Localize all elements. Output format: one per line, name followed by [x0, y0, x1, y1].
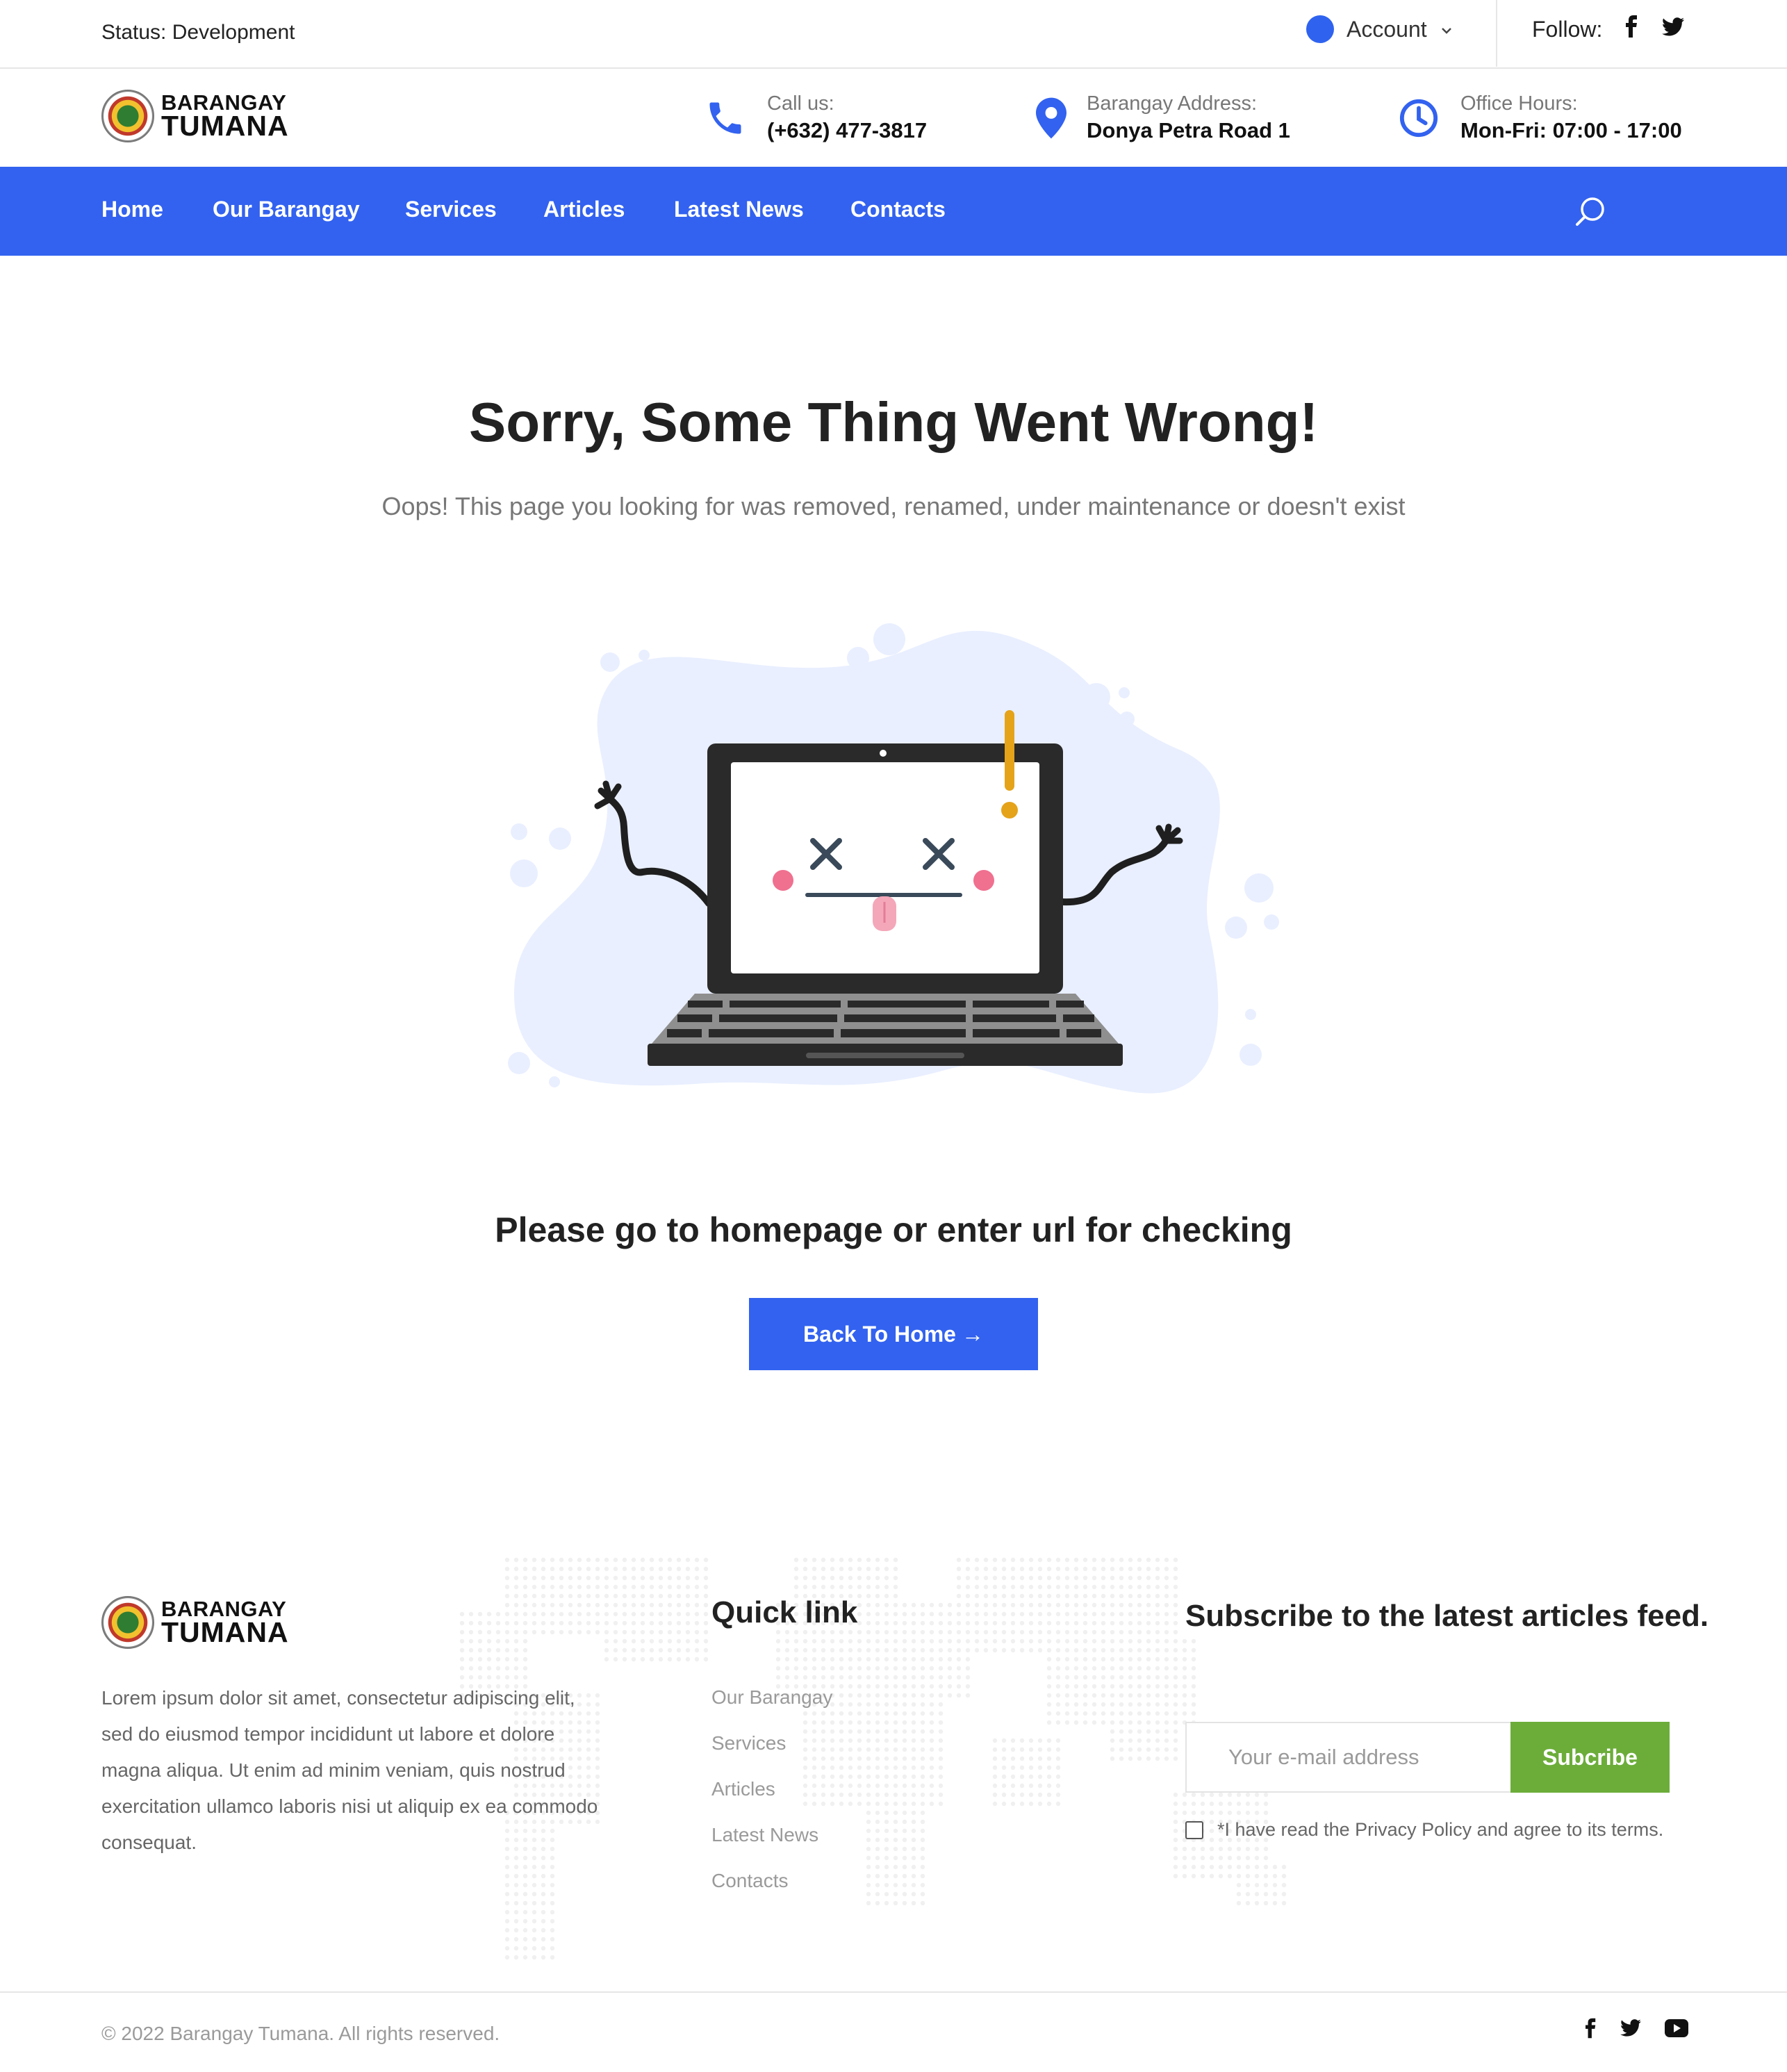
quick-link-latest-news[interactable]: Latest News [711, 1824, 832, 1870]
call-label: Call us: [767, 92, 834, 115]
broken-laptop-illustration [486, 605, 1306, 1119]
nav-item-articles[interactable]: Articles [543, 197, 625, 222]
search-icon[interactable] [1573, 195, 1608, 229]
copyright-text: © 2022 Barangay Tumana. All rights reser… [101, 2023, 500, 2044]
barangay-seal-icon [101, 1596, 154, 1649]
nav-item-home[interactable]: Home [101, 197, 163, 222]
privacy-checkbox[interactable] [1185, 1820, 1203, 1839]
hours-info: Office Hours: Mon-Fri: 07:00 - 17:00 [1397, 92, 1682, 143]
arrow-right-icon: → [961, 1321, 984, 1347]
footer-about-text: Lorem ipsum dolor sit amet, consectetur … [101, 1687, 598, 1853]
youtube-icon[interactable] [1665, 2019, 1688, 2041]
error-subtitle: Oops! This page you looking for was remo… [381, 492, 1406, 520]
barangay-seal-icon [101, 90, 154, 142]
footer-divider [0, 1991, 1787, 1993]
subscribe-title: Subscribe to the latest articles feed. [1185, 1599, 1709, 1633]
twitter-icon[interactable] [1620, 2019, 1641, 2041]
top-divider [1496, 0, 1497, 67]
call-value[interactable]: (+632) 477-3817 [767, 118, 927, 143]
logo-line-2: TUMANA [161, 110, 289, 142]
hours-label: Office Hours: [1460, 92, 1578, 115]
follow-links: Follow: [1532, 15, 1685, 43]
quick-link-services[interactable]: Services [711, 1732, 832, 1778]
address-info: Barangay Address: Donya Petra Road 1 [1035, 92, 1290, 143]
privacy-agreement: *I have read the Privacy Policy and agre… [1185, 1819, 1663, 1841]
account-avatar-icon [1306, 15, 1334, 43]
subscribe-button[interactable]: Subcribe [1510, 1722, 1670, 1793]
main-nav: Home Our Barangay Services Articles Late… [0, 167, 1787, 256]
facebook-icon[interactable] [1626, 15, 1638, 43]
nav-item-contacts[interactable]: Contacts [850, 197, 946, 222]
address-value: Donya Petra Road 1 [1087, 118, 1290, 142]
twitter-icon[interactable] [1662, 17, 1685, 42]
site-header: BARANGAY TUMANA Call us: (+632) 477-3817… [0, 70, 1787, 167]
nav-item-services[interactable]: Services [405, 197, 497, 222]
account-label: Account [1347, 16, 1427, 42]
follow-label: Follow: [1532, 16, 1603, 42]
address-label: Barangay Address: [1087, 92, 1258, 115]
quick-link-articles[interactable]: Articles [711, 1778, 832, 1824]
quick-link-contacts[interactable]: Contacts [711, 1870, 832, 1916]
footer-logo-line-2: TUMANA [161, 1616, 289, 1649]
email-field[interactable] [1185, 1722, 1512, 1793]
back-to-home-label: Back To Home [803, 1321, 956, 1347]
call-info: Call us: (+632) 477-3817 [703, 92, 927, 143]
clock-icon [1397, 96, 1441, 140]
quick-link-title: Quick link [711, 1595, 858, 1629]
homepage-prompt: Please go to homepage or enter url for c… [495, 1210, 1292, 1249]
error-title: Sorry, Some Thing Went Wrong! [468, 391, 1319, 453]
chevron-down-icon [1441, 20, 1452, 38]
nav-item-our-barangay[interactable]: Our Barangay [213, 197, 360, 222]
nav-item-latest-news[interactable]: Latest News [674, 197, 804, 222]
top-bar: Status: Development Account Follow: [0, 0, 1787, 69]
footer-logo[interactable]: BARANGAY TUMANA [101, 1596, 289, 1649]
hours-value: Mon-Fri: 07:00 - 17:00 [1460, 118, 1682, 142]
footer-logo-text: BARANGAY TUMANA [161, 1598, 289, 1649]
account-menu[interactable]: Account [1306, 15, 1452, 43]
privacy-agreement-label: *I have read the Privacy Policy and agre… [1217, 1819, 1664, 1840]
site-logo[interactable]: BARANGAY TUMANA [101, 90, 289, 142]
quick-link-list: Our Barangay Services Articles Latest Ne… [711, 1686, 832, 1916]
back-to-home-button[interactable]: Back To Home → [749, 1298, 1038, 1370]
phone-icon [703, 96, 748, 140]
site-status: Status: Development [101, 21, 295, 44]
facebook-icon[interactable] [1586, 2018, 1597, 2042]
quick-link-our-barangay[interactable]: Our Barangay [711, 1686, 832, 1732]
logo-text: BARANGAY TUMANA [161, 92, 289, 140]
map-pin-icon [1035, 96, 1067, 140]
footer-social-links [1586, 2018, 1688, 2042]
